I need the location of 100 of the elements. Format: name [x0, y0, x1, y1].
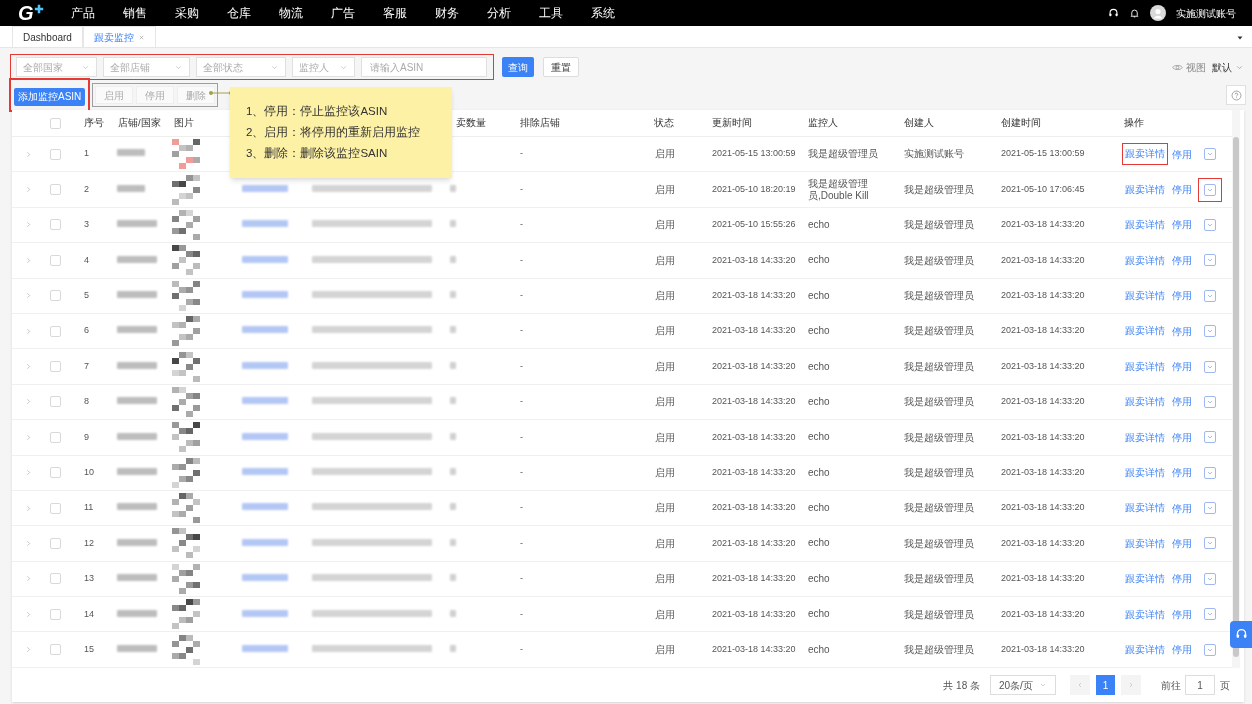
disable-link[interactable]: 停用	[1172, 288, 1192, 304]
disable-link[interactable]: 停用	[1172, 606, 1192, 622]
goto-page-input[interactable]: 1	[1185, 675, 1215, 695]
dropdown-button[interactable]	[1204, 218, 1216, 231]
detail-link[interactable]: 跟卖详情	[1125, 254, 1165, 266]
detail-link[interactable]: 跟卖详情	[1125, 537, 1165, 549]
expand-chevron-icon[interactable]	[24, 149, 33, 159]
prev-page-button[interactable]	[1070, 675, 1090, 695]
expand-chevron-icon[interactable]	[24, 185, 33, 195]
checkbox[interactable]	[50, 431, 61, 443]
select-field[interactable]: 全部状态	[196, 57, 286, 77]
support-button[interactable]	[1230, 621, 1252, 648]
checkbox[interactable]	[50, 148, 61, 160]
nav-menu-item[interactable]: 财务	[429, 4, 464, 22]
nav-menu-item[interactable]: 广告	[325, 4, 360, 22]
dropdown-button[interactable]	[1204, 502, 1216, 515]
checkbox[interactable]	[50, 538, 61, 549]
detail-link[interactable]: 跟卖详情	[1125, 396, 1165, 408]
dropdown-button[interactable]	[1204, 148, 1216, 161]
disable-link[interactable]: 停用	[1172, 146, 1192, 162]
nav-menu-item[interactable]: 物流	[273, 4, 308, 22]
close-icon[interactable]	[137, 33, 145, 41]
search-button[interactable]: 查询	[502, 57, 534, 77]
detail-link[interactable]: 跟卖详情	[1125, 431, 1165, 443]
dropdown-button[interactable]	[1204, 643, 1216, 656]
expand-chevron-icon[interactable]	[24, 609, 33, 619]
headset-icon[interactable]	[1108, 7, 1119, 19]
avatar-icon[interactable]	[1150, 5, 1166, 21]
checkbox[interactable]	[50, 290, 61, 302]
detail-link[interactable]: 跟卖详情	[1125, 148, 1165, 160]
nav-menu-item[interactable]: 仓库	[221, 4, 256, 22]
detail-link[interactable]: 跟卖详情	[1125, 360, 1165, 372]
caret-icon[interactable]	[1236, 34, 1244, 42]
dropdown-button[interactable]	[1204, 395, 1216, 408]
dropdown-button[interactable]	[1204, 289, 1216, 302]
dropdown-button[interactable]	[1204, 431, 1216, 444]
dropdown-button[interactable]	[1204, 183, 1216, 196]
disable-link[interactable]: 停用	[1172, 359, 1192, 375]
expand-chevron-icon[interactable]	[24, 291, 33, 301]
add-button[interactable]: 添加监控ASIN	[14, 87, 86, 106]
expand-chevron-icon[interactable]	[24, 432, 33, 442]
checkbox[interactable]	[50, 608, 61, 620]
nav-menu-item[interactable]: 分析	[481, 4, 516, 22]
nav-menu-item[interactable]: 系统	[585, 4, 620, 22]
disable-link[interactable]: 停用	[1172, 429, 1192, 445]
dropdown-button[interactable]	[1204, 537, 1216, 550]
tab[interactable]: Dashboard	[12, 26, 83, 47]
dropdown-button[interactable]	[1204, 325, 1216, 338]
checkbox[interactable]	[50, 644, 61, 656]
bell-icon[interactable]	[1129, 7, 1140, 19]
detail-link[interactable]: 跟卖详情	[1125, 573, 1165, 585]
select-field[interactable]: 监控人	[292, 57, 355, 77]
expand-chevron-icon[interactable]	[24, 397, 33, 407]
expand-chevron-icon[interactable]	[24, 574, 33, 584]
expand-chevron-icon[interactable]	[24, 255, 33, 265]
disable-link[interactable]: 停用	[1172, 394, 1192, 410]
disable-link[interactable]: 停用	[1172, 252, 1192, 268]
user-name[interactable]: 实施测试账号	[1176, 5, 1236, 21]
detail-link[interactable]: 跟卖详情	[1125, 466, 1165, 478]
scrollbar[interactable]	[1232, 110, 1240, 668]
reset-button[interactable]: 重置	[543, 57, 579, 77]
detail-link[interactable]: 跟卖详情	[1125, 502, 1165, 514]
disable-link[interactable]: 停用	[1172, 500, 1192, 516]
detail-link[interactable]: 跟卖详情	[1125, 183, 1165, 195]
nav-menu-item[interactable]: 销售	[117, 4, 152, 22]
disable-link[interactable]: 停用	[1172, 642, 1192, 658]
detail-link[interactable]: 跟卖详情	[1125, 643, 1165, 655]
disable-link[interactable]: 停用	[1172, 323, 1192, 339]
page-button[interactable]: 1	[1096, 675, 1115, 695]
expand-chevron-icon[interactable]	[24, 326, 33, 336]
disable-link[interactable]: 停用	[1172, 465, 1192, 481]
checkbox[interactable]	[50, 361, 61, 373]
checkbox[interactable]	[50, 573, 61, 585]
view-select[interactable]: 默认	[1212, 59, 1244, 75]
checkbox[interactable]	[50, 467, 61, 479]
disable-link[interactable]: 停用	[1172, 182, 1192, 198]
dropdown-button[interactable]	[1204, 572, 1216, 585]
detail-link[interactable]: 跟卖详情	[1125, 290, 1165, 301]
batch-button[interactable]: 启用	[95, 86, 134, 104]
checkbox[interactable]	[50, 219, 61, 231]
asin-input[interactable]: 请输入ASIN	[361, 57, 487, 77]
next-page-button[interactable]	[1121, 675, 1141, 695]
disable-link[interactable]: 停用	[1172, 536, 1192, 551]
expand-chevron-icon[interactable]	[24, 645, 33, 655]
dropdown-button[interactable]	[1204, 466, 1216, 479]
expand-chevron-icon[interactable]	[24, 220, 33, 230]
disable-link[interactable]: 停用	[1172, 217, 1192, 233]
batch-button[interactable]: 删除	[177, 86, 216, 104]
expand-chevron-icon[interactable]	[24, 503, 33, 513]
dropdown-button[interactable]	[1204, 360, 1216, 373]
dropdown-button[interactable]	[1204, 608, 1216, 621]
nav-menu-item[interactable]: 客服	[377, 4, 412, 22]
page-size-select[interactable]: 20条/页	[990, 675, 1056, 695]
select-field[interactable]: 全部国家	[16, 57, 97, 77]
detail-link[interactable]: 跟卖详情	[1125, 325, 1165, 337]
checkbox[interactable]	[50, 396, 61, 408]
detail-link[interactable]: 跟卖详情	[1125, 608, 1165, 620]
dropdown-button[interactable]	[1204, 254, 1216, 267]
detail-link[interactable]: 跟卖详情	[1125, 219, 1165, 231]
disable-link[interactable]: 停用	[1172, 571, 1192, 587]
